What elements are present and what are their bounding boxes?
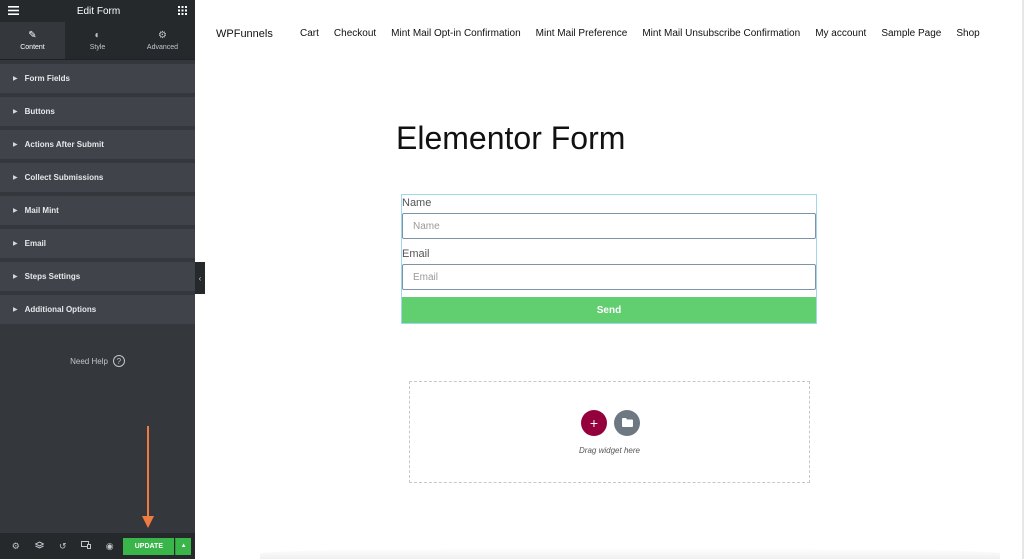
panel-header: Edit Form	[0, 0, 195, 22]
half-circle-icon: ◐	[94, 29, 101, 41]
site-nav: Cart Checkout Mint Mail Opt-in Confirmat…	[300, 28, 980, 39]
caret-right-icon: ▶	[13, 274, 18, 280]
section-additional-options[interactable]: ▶ Additional Options	[0, 295, 195, 324]
section-label: Steps Settings	[24, 272, 81, 281]
panel-title: Edit Form	[76, 5, 121, 17]
need-help-link[interactable]: Need Help ?	[0, 355, 195, 367]
section-steps-settings[interactable]: ▶ Steps Settings	[0, 262, 195, 291]
caret-right-icon: ▶	[13, 307, 18, 313]
tab-style[interactable]: ◐ Style	[65, 22, 130, 59]
gear-icon: ⚙	[158, 29, 167, 41]
tab-label: Content	[20, 43, 45, 51]
section-list: ▶ Form Fields ▶ Buttons ▶ Actions After Sub…	[0, 60, 195, 324]
name-label: Name	[402, 197, 432, 209]
need-help-label: Need Help	[70, 356, 108, 366]
caret-right-icon: ▶	[13, 175, 18, 181]
elementor-form[interactable]: Name Email Send	[401, 194, 817, 324]
caret-right-icon: ▶	[13, 76, 18, 82]
site-title[interactable]: WPFunnels	[216, 28, 273, 40]
section-buttons[interactable]: ▶ Buttons	[0, 97, 195, 126]
section-mail-mint[interactable]: ▶ Mail Mint	[0, 196, 195, 225]
section-actions-after-submit[interactable]: ▶ Actions After Submit	[0, 130, 195, 159]
history-icon[interactable]: ↺	[51, 541, 74, 552]
section-label: Email	[24, 239, 46, 248]
nav-item-unsubscribe-confirmation[interactable]: Mint Mail Unsubscribe Confirmation	[642, 28, 800, 39]
settings-icon[interactable]: ⚙	[4, 541, 27, 552]
folder-icon	[621, 414, 633, 432]
nav-item-checkout[interactable]: Checkout	[334, 28, 376, 39]
nav-item-shop[interactable]: Shop	[956, 28, 979, 39]
tab-content[interactable]: ✎ Content	[0, 22, 65, 59]
nav-item-my-account[interactable]: My account	[815, 28, 866, 39]
section-label: Form Fields	[24, 74, 70, 83]
editor-panel: Edit Form ✎ Content ◐ Style ⚙ Advanced ▶…	[0, 0, 195, 559]
tab-advanced[interactable]: ⚙ Advanced	[130, 22, 195, 59]
question-icon: ?	[112, 355, 125, 367]
nav-item-cart[interactable]: Cart	[300, 28, 319, 39]
responsive-icon[interactable]	[74, 541, 97, 551]
nav-item-optin-confirmation[interactable]: Mint Mail Opt-in Confirmation	[391, 28, 520, 39]
section-email[interactable]: ▶ Email	[0, 229, 195, 258]
page-title: Elementor Form	[396, 120, 626, 156]
section-label: Actions After Submit	[24, 140, 104, 149]
name-input[interactable]	[402, 213, 816, 239]
tab-label: Advanced	[146, 43, 179, 51]
caret-right-icon: ▶	[13, 142, 18, 148]
annotation-arrow-line	[147, 426, 149, 518]
caret-right-icon: ▶	[13, 109, 18, 115]
section-label: Mail Mint	[24, 206, 59, 215]
caret-right-icon: ▶	[13, 241, 18, 247]
update-button[interactable]: UPDATE	[123, 537, 175, 555]
section-form-fields[interactable]: ▶ Form Fields	[0, 64, 195, 93]
panel-tabs: ✎ Content ◐ Style ⚙ Advanced	[0, 22, 195, 60]
hamburger-icon[interactable]	[8, 2, 19, 20]
section-collect-submissions[interactable]: ▶ Collect Submissions	[0, 163, 195, 192]
layers-icon[interactable]	[27, 540, 50, 552]
panel-footer: ⚙ ↺ ◉ UPDATE ▲	[0, 533, 195, 559]
drag-widget-hint: Drag widget here	[579, 446, 640, 455]
chevron-left-icon: ‹	[198, 273, 202, 283]
widget-drop-zone[interactable]: + Drag widget here	[409, 381, 810, 483]
bottom-shadow	[260, 548, 1000, 559]
plus-icon: +	[589, 415, 599, 431]
email-label: Email	[402, 248, 430, 260]
caret-up-icon[interactable]: ▲	[175, 537, 191, 555]
add-template-button[interactable]	[614, 410, 640, 436]
nav-item-mail-preference[interactable]: Mint Mail Preference	[536, 28, 628, 39]
pencil-icon: ✎	[28, 29, 37, 41]
send-button[interactable]: Send	[402, 297, 816, 323]
eye-icon[interactable]: ◉	[98, 541, 121, 552]
nav-item-sample-page[interactable]: Sample Page	[881, 28, 941, 39]
section-label: Collect Submissions	[24, 173, 104, 182]
section-label: Additional Options	[24, 305, 97, 314]
add-section-button[interactable]: +	[581, 410, 607, 436]
email-input[interactable]	[402, 264, 816, 290]
section-label: Buttons	[24, 107, 55, 116]
caret-right-icon: ▶	[13, 208, 18, 214]
tab-label: Style	[89, 43, 106, 51]
grid-icon[interactable]	[178, 2, 187, 20]
annotation-arrow-head-icon	[142, 516, 154, 528]
panel-collapse-handle[interactable]: ‹	[195, 262, 205, 294]
